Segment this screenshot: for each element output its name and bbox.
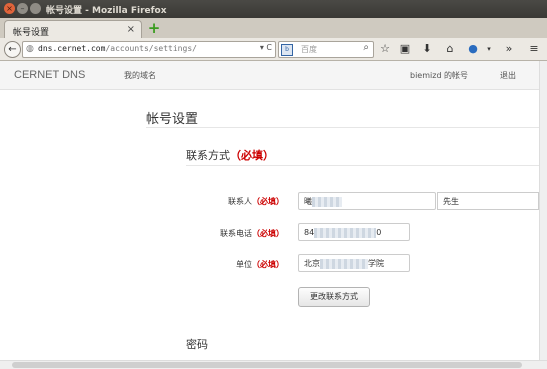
contact-person-label-text: 联系人: [228, 197, 252, 206]
url-path: /accounts/settings/: [105, 44, 197, 53]
addon-dropdown-icon[interactable]: ▾: [482, 42, 496, 56]
window-titlebar: × – 帐号设置 - Mozilla Firefox: [0, 0, 547, 18]
organization-input[interactable]: 北京 学院: [298, 254, 410, 272]
phone-label-text: 联系电话: [220, 229, 252, 238]
organization-label: 单位（必填）: [164, 259, 284, 270]
required-marker: （必填）: [252, 229, 284, 238]
window-maximize-button[interactable]: [30, 3, 41, 14]
url-bar[interactable]: ◍ dns.cernet.com/accounts/settings/ ▾ C: [22, 41, 276, 58]
horizontal-scroll-thumb[interactable]: [12, 362, 522, 368]
required-marker: （必填）: [252, 260, 284, 269]
reload-icon[interactable]: ▾ C: [260, 43, 272, 52]
close-tab-icon[interactable]: ×: [127, 24, 135, 35]
divider: [146, 127, 547, 128]
brand-logo[interactable]: CERNET DNS: [14, 69, 85, 81]
phone-prefix: 84: [304, 228, 315, 237]
nav-my-domains[interactable]: 我的域名: [124, 70, 156, 81]
redacted-text: [312, 196, 342, 207]
search-input[interactable]: 百度: [301, 44, 317, 55]
tab-strip: 帐号设置 ×: [0, 18, 547, 39]
nav-user-account[interactable]: biemizd 的帐号: [410, 70, 468, 81]
phone-label: 联系电话（必填）: [164, 228, 284, 239]
page-content: CERNET DNS 我的域名 biemizd 的帐号 退出 帐号设置 联系方式…: [0, 61, 547, 360]
organization-prefix: 北京: [304, 259, 320, 268]
search-bar[interactable]: b 百度 ⌕: [278, 41, 374, 58]
section-contact-title: 联系方式: [186, 149, 230, 162]
phone-suffix: 0: [376, 228, 382, 237]
contact-title-value: 先生: [443, 197, 459, 206]
search-engine-icon[interactable]: b: [281, 44, 293, 56]
vertical-scrollbar[interactable]: [539, 61, 547, 360]
navigation-toolbar: ← ◍ dns.cernet.com/accounts/settings/ ▾ …: [0, 38, 547, 61]
divider: [186, 165, 547, 166]
site-navbar: CERNET DNS 我的域名 biemizd 的帐号 退出: [0, 61, 547, 90]
organization-suffix: 学院: [368, 259, 384, 268]
nav-logout[interactable]: 退出: [500, 70, 516, 81]
tab-title: 帐号设置: [13, 28, 50, 38]
tab-account-settings[interactable]: 帐号设置 ×: [4, 20, 142, 39]
redacted-text: [314, 227, 377, 238]
contact-title-select[interactable]: 先生: [437, 192, 539, 210]
star-icon[interactable]: ☆: [378, 42, 392, 56]
contact-person-label: 联系人（必填）: [164, 196, 284, 207]
window-close-button[interactable]: ×: [4, 3, 15, 14]
window-minimize-button[interactable]: –: [17, 3, 28, 14]
page-title: 帐号设置: [146, 112, 199, 127]
download-icon[interactable]: ⬇: [420, 42, 434, 56]
required-marker: （必填）: [252, 197, 284, 206]
section-password-heading: 密码: [186, 338, 208, 351]
search-icon[interactable]: ⌕: [363, 42, 369, 53]
update-contact-button[interactable]: 更改联系方式: [298, 287, 370, 307]
redacted-text: [320, 258, 368, 269]
url-host: dns.cernet.com: [38, 44, 106, 53]
bookmarks-icon[interactable]: ▣: [398, 42, 412, 56]
globe-icon: ◍: [26, 44, 34, 54]
organization-label-text: 单位: [236, 260, 252, 269]
url-text: dns.cernet.com/accounts/settings/: [38, 44, 197, 53]
overflow-icon[interactable]: »: [502, 42, 516, 56]
menu-icon[interactable]: ≡: [527, 42, 541, 56]
contact-person-input[interactable]: 曦: [298, 192, 436, 210]
section-contact-heading: 联系方式（必填）: [186, 147, 274, 163]
required-marker: （必填）: [230, 149, 274, 162]
back-button[interactable]: ←: [4, 41, 21, 58]
addon-icon[interactable]: ●: [466, 42, 480, 56]
contact-person-value: 曦: [304, 197, 312, 206]
home-icon[interactable]: ⌂: [443, 42, 457, 56]
phone-input[interactable]: 84 0: [298, 223, 410, 241]
window-title: 帐号设置 - Mozilla Firefox: [46, 6, 167, 16]
new-tab-button[interactable]: +: [147, 21, 161, 36]
